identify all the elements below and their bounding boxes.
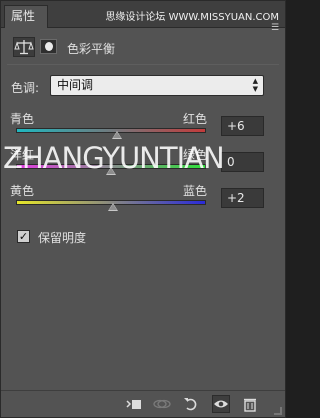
tone-label: 色调: — [11, 81, 40, 95]
delete-trash-icon[interactable] — [241, 395, 259, 413]
slider-thumb[interactable] — [107, 203, 118, 211]
slider-value-input[interactable]: +6 — [221, 116, 264, 136]
select-arrows-icon: ▲ ▼ — [252, 77, 258, 93]
view-previous-icon[interactable] — [153, 395, 171, 413]
site-watermark: 思缘设计论坛 WWW.MISSYUAN.COM — [105, 12, 279, 23]
name-watermark-overlay: ZHANGYUNTIAN — [3, 141, 225, 175]
adjustment-title: 色彩平衡 — [67, 42, 116, 56]
visibility-eye-icon[interactable] — [212, 395, 230, 413]
slider-right-label: 红色 — [182, 112, 207, 126]
preserve-luminosity-label: 保留明度 — [38, 231, 87, 245]
slider-right-label: 蓝色 — [182, 184, 207, 198]
tab-properties[interactable]: 属性 — [4, 5, 48, 28]
properties-panel: 属性 思缘设计论坛 WWW.MISSYUAN.COM ☰ 色彩平衡 色调: 中间… — [0, 0, 286, 418]
reset-icon[interactable] — [182, 395, 200, 413]
slider-left-label: 黄色 — [10, 184, 35, 198]
layer-mask-icon[interactable] — [40, 39, 57, 54]
tone-selected-value: 中间调 — [57, 78, 94, 92]
resize-grip[interactable] — [274, 407, 282, 415]
balance-scale-icon[interactable] — [13, 37, 35, 57]
preserve-luminosity-checkbox[interactable]: ✓ — [17, 230, 30, 243]
slider-left-label: 青色 — [10, 112, 35, 126]
tone-select[interactable]: 中间调 ▲ ▼ — [50, 75, 264, 96]
divider — [7, 64, 279, 65]
clip-to-layer-icon[interactable] — [125, 395, 143, 413]
panel-titlebar: 属性 思缘设计论坛 WWW.MISSYUAN.COM — [1, 1, 285, 28]
panel-footer — [1, 390, 285, 417]
panel-menu-icon[interactable]: ☰ — [271, 23, 281, 33]
slider-thumb[interactable] — [111, 131, 122, 139]
slider-yellow-blue: 黄色 蓝色 +2 — [1, 182, 285, 222]
adjustment-header: 色彩平衡 — [1, 33, 285, 63]
slider-value-input[interactable]: +2 — [221, 188, 264, 208]
